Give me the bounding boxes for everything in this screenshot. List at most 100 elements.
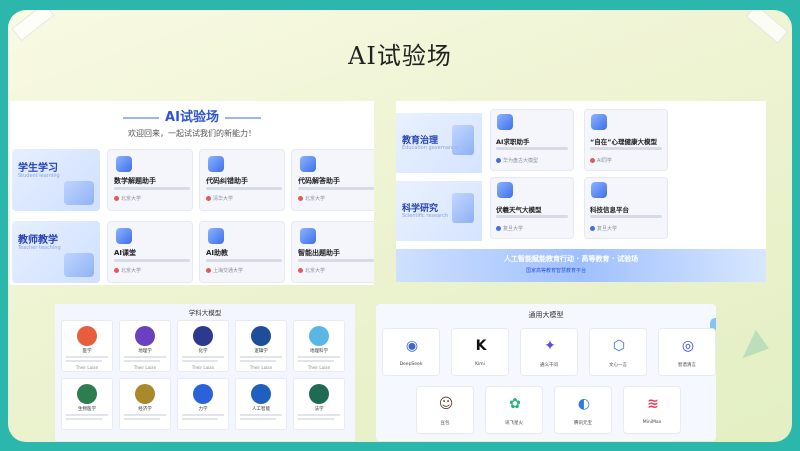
platform-banner[interactable]: 人工智能赋能教育行动 · 高等教育 · 试验场 国家高等教育智慧教育平台	[396, 249, 766, 282]
category-name: 教师教学	[18, 235, 58, 246]
app-card[interactable]: 科技信息平台 复旦大学	[584, 177, 668, 239]
general-model-card[interactable]: ✿ 讯飞星火	[485, 386, 543, 434]
general-model-card[interactable]: ⬡ 文心一言	[589, 328, 647, 376]
model-description	[298, 356, 340, 358]
model-description	[124, 414, 166, 416]
model-footer: Their Laian	[191, 365, 215, 370]
subject-model-card[interactable]: 经济学	[119, 378, 171, 430]
category-tile-student[interactable]: 学生学习 Student learning	[12, 149, 100, 211]
category-row-student: 学生学习 Student learning 数学解题助手 北京大学 代码纠错助手…	[10, 147, 374, 215]
app-name: 代码解答助手	[298, 177, 340, 185]
model-logo-icon: ◉	[405, 338, 419, 354]
model-description	[182, 414, 224, 416]
title-bar	[123, 116, 160, 119]
app-description	[298, 187, 374, 190]
general-model-card[interactable]: ☺ 豆包	[416, 386, 474, 434]
model-name: 力学	[198, 407, 208, 412]
category-en: Student learning	[18, 173, 60, 179]
general-model-card[interactable]: ◉ DeepSeek	[382, 328, 440, 376]
app-description	[496, 215, 568, 218]
app-card[interactable]: 代码解答助手 北京大学	[291, 149, 374, 211]
model-description	[240, 356, 282, 358]
app-org: AI同学	[590, 157, 612, 164]
model-icon	[251, 384, 271, 404]
panel-subtitle: 欢迎回来，一起试试我们的新能力！	[128, 129, 256, 138]
subject-model-card[interactable]: 逻辑学 Their Laian	[235, 320, 287, 372]
app-card[interactable]: “自在”心理健康大模型 AI同学	[584, 109, 668, 171]
category-row-teacher: 教师教学 Teacher teaching AI课堂 北京大学 AI助教 上海交…	[10, 219, 374, 285]
model-logo-icon: ✦	[544, 338, 556, 354]
app-org: 复旦大学	[496, 225, 523, 232]
app-icon	[591, 182, 607, 198]
model-name: 通义千问	[540, 363, 558, 368]
governance-research-panel: 教育治理 Education governance AI求职助手 华为盘古大模型…	[396, 101, 766, 282]
app-icon	[208, 156, 224, 172]
app-card[interactable]: AI求职助手 华为盘古大模型	[490, 109, 574, 171]
app-org: 复旦大学	[590, 225, 617, 232]
app-org: 北京大学	[114, 267, 141, 274]
model-icon	[193, 384, 213, 404]
model-name: MiniMax	[642, 420, 662, 425]
panel-header: AI试验场 欢迎回来，一起试试我们的新能力！	[10, 101, 374, 139]
model-icon	[193, 326, 213, 346]
general-model-card[interactable]: ✦ 通义千问	[520, 328, 578, 376]
model-description	[240, 414, 282, 416]
model-logo-icon: ☺	[438, 396, 454, 412]
category-tile-teacher[interactable]: 教师教学 Teacher teaching	[12, 221, 100, 283]
model-name: 生物医学	[78, 407, 96, 412]
app-icon	[116, 156, 132, 172]
category-illustration	[64, 253, 94, 277]
app-icon	[300, 228, 316, 244]
subject-model-card[interactable]: 生物医学	[61, 378, 113, 430]
subject-model-card[interactable]: 法学	[293, 378, 345, 430]
app-card[interactable]: 智能出题助手 北京大学	[291, 221, 374, 283]
model-description	[124, 418, 160, 420]
model-logo-icon: ◎	[681, 338, 695, 354]
general-model-card[interactable]: ◐ 腾讯元宝	[554, 386, 612, 434]
banner-headline: 人工智能赋能教育行动 · 高等教育 · 试验场	[504, 255, 639, 263]
model-description	[182, 418, 218, 420]
app-description	[114, 259, 190, 262]
model-icon	[251, 326, 271, 346]
app-name: AI求职助手	[496, 138, 530, 146]
model-name: 豆包	[440, 421, 450, 426]
app-card[interactable]: 数学解题助手 北京大学	[107, 149, 193, 211]
category-tile-governance[interactable]: 教育治理 Education governance	[396, 113, 482, 173]
model-name: 法学	[314, 407, 324, 412]
title-bar	[224, 116, 261, 119]
general-model-card[interactable]: ◎ 智谱清言	[658, 328, 716, 376]
model-description	[182, 356, 224, 358]
app-card[interactable]: AI助教 上海交通大学	[199, 221, 285, 283]
app-card[interactable]: 代码纠错助手 清华大学	[199, 149, 285, 211]
model-footer: Their Laian	[249, 365, 273, 370]
app-icon	[497, 114, 513, 130]
model-icon	[77, 326, 97, 346]
subject-model-card[interactable]: 化学 Their Laian	[177, 320, 229, 372]
general-model-card[interactable]: ≋ MiniMax	[623, 386, 681, 434]
panel-title: 学科大模型	[188, 309, 222, 317]
app-name: 伏羲天气大模型	[496, 206, 542, 214]
category-illustration	[452, 125, 474, 155]
model-logo-icon: ≋	[647, 396, 659, 412]
general-models-panel: 通用大模型 ◉ DeepSeek K Kimi ✦ 通义千问 ⬡ 文心一言 ◎ 智谱清言 ☺ 豆包 ✿ 讯…	[376, 304, 716, 441]
subject-model-card[interactable]: 医学 Their Laian	[61, 320, 113, 372]
subject-model-card[interactable]: 地理学 Their Laian	[119, 320, 171, 372]
subject-model-card[interactable]: 人工智能	[235, 378, 287, 430]
model-description	[124, 360, 160, 362]
category-tile-research[interactable]: 科学研究 Scientific research	[396, 181, 482, 241]
subject-model-card[interactable]: 地理科学 Their Laian	[293, 320, 345, 372]
model-icon	[135, 384, 155, 404]
app-icon	[116, 228, 132, 244]
general-model-card[interactable]: K Kimi	[451, 328, 509, 376]
app-icon	[497, 182, 513, 198]
model-name: DeepSeek	[399, 362, 423, 367]
app-card[interactable]: 伏羲天气大模型 复旦大学	[490, 177, 574, 239]
subject-model-card[interactable]: 力学	[177, 378, 229, 430]
app-card[interactable]: AI课堂 北京大学	[107, 221, 193, 283]
model-footer: Their Laian	[133, 365, 157, 370]
app-name: “自在”心理健康大模型	[590, 138, 658, 146]
triangle-decoration	[735, 327, 769, 359]
app-name: AI助教	[206, 249, 229, 257]
category-illustration	[452, 193, 474, 223]
category-en: Scientific research	[402, 213, 449, 219]
